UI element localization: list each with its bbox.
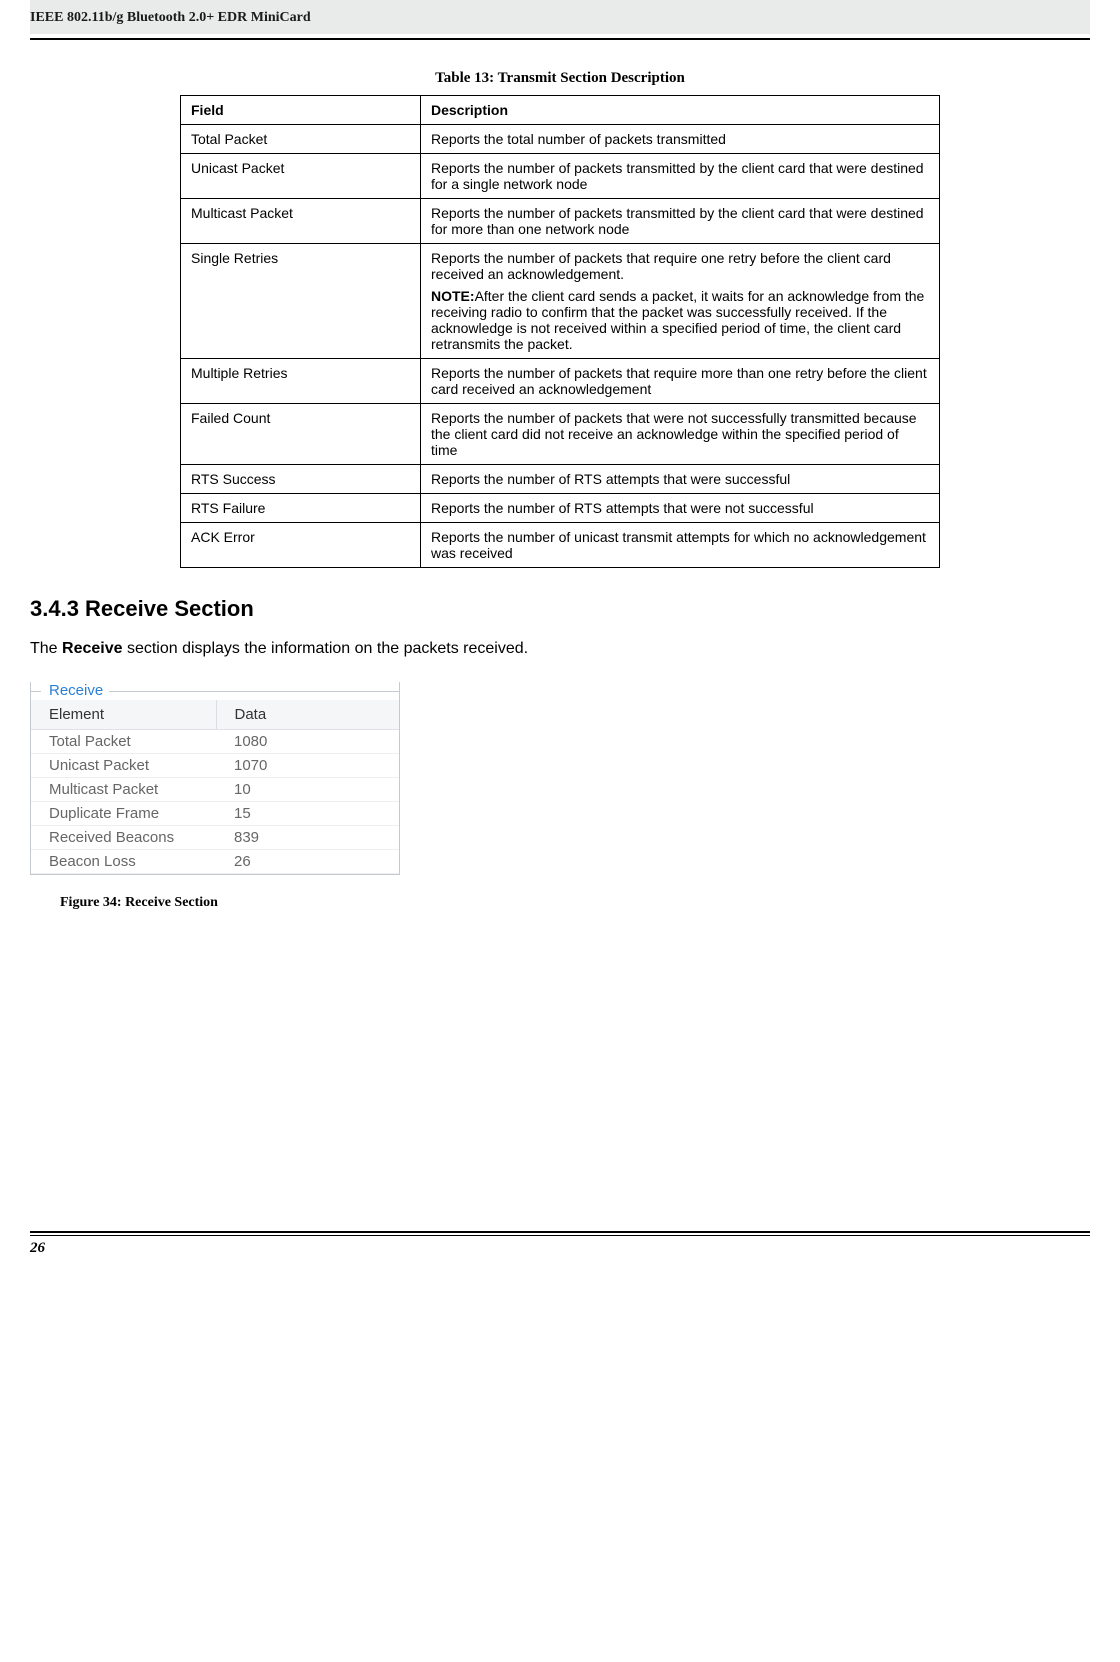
col-header-description: Description	[421, 96, 940, 125]
table-row: Failed Count Reports the number of packe…	[181, 404, 940, 465]
cell-data: 10	[216, 778, 399, 802]
cell-field: Multiple Retries	[181, 359, 421, 404]
cell-field: Multicast Packet	[181, 199, 421, 244]
footer-rule-thin	[30, 1235, 1090, 1236]
cell-desc: Reports the number of RTS attempts that …	[421, 465, 940, 494]
table-caption: Table 13: Transmit Section Description	[30, 70, 1090, 87]
cell-data: 15	[216, 802, 399, 826]
cell-desc: Reports the number of packets that requi…	[421, 244, 940, 359]
cell-desc: Reports the number of packets transmitte…	[421, 154, 940, 199]
col-header-field: Field	[181, 96, 421, 125]
cell-data: 1080	[216, 730, 399, 754]
cell-data: 26	[216, 850, 399, 874]
cell-desc: Reports the total number of packets tran…	[421, 125, 940, 154]
cell-data: 1070	[216, 754, 399, 778]
cell-element: Beacon Loss	[31, 850, 216, 874]
table-header-row: Field Description	[181, 96, 940, 125]
cell-element: Multicast Packet	[31, 778, 216, 802]
document-header: IEEE 802.11b/g Bluetooth 2.0+ EDR MiniCa…	[30, 0, 1090, 34]
text-suffix: section displays the information on the …	[123, 640, 529, 657]
cell-data: 839	[216, 826, 399, 850]
cell-element: Duplicate Frame	[31, 802, 216, 826]
cell-field: Total Packet	[181, 125, 421, 154]
desc-note: NOTE:After the client card sends a packe…	[431, 288, 929, 352]
cell-element: Total Packet	[31, 730, 216, 754]
cell-desc: Reports the number of packets that requi…	[421, 359, 940, 404]
cell-desc: Reports the number of RTS attempts that …	[421, 494, 940, 523]
page-number: 26	[30, 1240, 1090, 1257]
cell-desc: Reports the number of packets that were …	[421, 404, 940, 465]
receive-table: Element Data Total Packet 1080 Unicast P…	[31, 700, 399, 874]
list-item[interactable]: Received Beacons 839	[31, 826, 399, 850]
cell-desc: Reports the number of packets transmitte…	[421, 199, 940, 244]
table-row: Multiple Retries Reports the number of p…	[181, 359, 940, 404]
cell-element: Unicast Packet	[31, 754, 216, 778]
cell-field: RTS Failure	[181, 494, 421, 523]
transmit-description-table: Field Description Total Packet Reports t…	[180, 95, 940, 568]
cell-field: RTS Success	[181, 465, 421, 494]
list-item[interactable]: Unicast Packet 1070	[31, 754, 399, 778]
cell-element: Received Beacons	[31, 826, 216, 850]
receive-header-row: Element Data	[31, 700, 399, 730]
text-bold: Receive	[62, 640, 123, 657]
col-header-data[interactable]: Data	[216, 700, 399, 730]
list-item[interactable]: Duplicate Frame 15	[31, 802, 399, 826]
table-row: Unicast Packet Reports the number of pac…	[181, 154, 940, 199]
list-item[interactable]: Multicast Packet 10	[31, 778, 399, 802]
desc-line: Reports the number of packets that requi…	[431, 250, 929, 282]
cell-field: Unicast Packet	[181, 154, 421, 199]
document-title: IEEE 802.11b/g Bluetooth 2.0+ EDR MiniCa…	[30, 10, 1090, 26]
cell-field: Single Retries	[181, 244, 421, 359]
text-prefix: The	[30, 640, 62, 657]
section-heading: 3.4.3 Receive Section	[30, 596, 1090, 622]
cell-field: ACK Error	[181, 523, 421, 568]
table-row: ACK Error Reports the number of unicast …	[181, 523, 940, 568]
fieldset-line-left	[31, 691, 41, 692]
note-text: After the client card sends a packet, it…	[431, 288, 924, 352]
table-row: Single Retries Reports the number of pac…	[181, 244, 940, 359]
cell-field: Failed Count	[181, 404, 421, 465]
receive-legend: Receive	[45, 682, 107, 699]
figure-caption: Figure 34: Receive Section	[60, 895, 1090, 911]
list-item[interactable]: Total Packet 1080	[31, 730, 399, 754]
list-item[interactable]: Beacon Loss 26	[31, 850, 399, 874]
table-row: RTS Success Reports the number of RTS at…	[181, 465, 940, 494]
cell-desc: Reports the number of unicast transmit a…	[421, 523, 940, 568]
header-rule	[30, 38, 1090, 40]
section-text: The Receive section displays the informa…	[30, 640, 1090, 658]
table-row: RTS Failure Reports the number of RTS at…	[181, 494, 940, 523]
table-row: Total Packet Reports the total number of…	[181, 125, 940, 154]
fieldset-line-right	[109, 691, 399, 692]
col-header-element[interactable]: Element	[31, 700, 216, 730]
footer-rule-thick	[30, 1231, 1090, 1233]
table-row: Multicast Packet Reports the number of p…	[181, 199, 940, 244]
receive-panel: Receive Element Data Total Packet 1080 U…	[30, 682, 400, 875]
note-label: NOTE:	[431, 288, 475, 304]
fieldset-top: Receive	[31, 682, 399, 700]
